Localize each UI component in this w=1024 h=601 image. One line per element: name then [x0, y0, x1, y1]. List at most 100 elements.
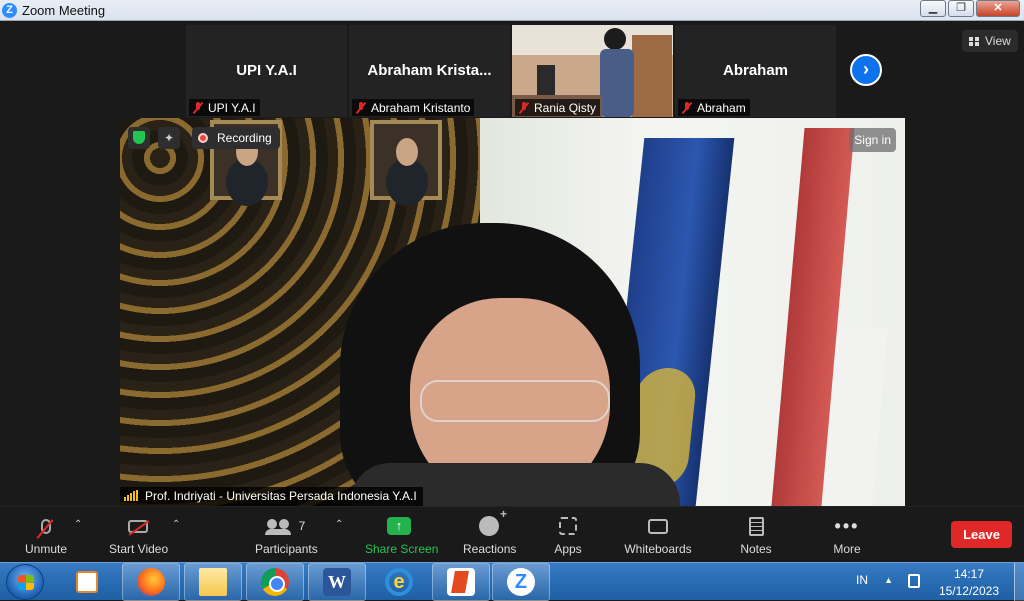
restore-button[interactable]: ❐ [948, 0, 974, 17]
muted-mic-icon [682, 102, 692, 114]
ai-companion-icon[interactable]: ✦ [158, 127, 180, 149]
window-title: Zoom Meeting [22, 3, 106, 18]
taskbar-app-chrome[interactable] [246, 563, 304, 601]
media-player-icon [76, 571, 98, 593]
participant-name-tag: UPI Y.A.I [189, 99, 260, 116]
video-options-caret-icon[interactable]: ⌃ [172, 519, 180, 530]
chrome-icon [261, 568, 289, 596]
clock-time[interactable]: 14:17 [954, 567, 984, 581]
sign-in-button[interactable]: Sign in [849, 128, 896, 152]
taskbar-app-media-player[interactable] [58, 563, 116, 601]
notes-button[interactable]: Notes [740, 513, 772, 556]
language-indicator[interactable]: IN [856, 573, 868, 587]
participants-label: Participants [255, 542, 318, 556]
participant-name: Rania Qisty [534, 101, 597, 115]
grid-view-icon [969, 36, 979, 46]
start-video-label: Start Video [109, 542, 169, 556]
meeting-toolbar: Unmute ⌃ Start Video ⌃ 7 Participants ⌃ … [0, 506, 1024, 562]
muted-mic-icon [519, 102, 529, 114]
word-icon: W [323, 568, 351, 596]
participant-display-name: Abraham Krista... [367, 62, 492, 79]
speaker-name: Prof. Indriyati - Universitas Persada In… [145, 489, 417, 503]
show-desktop-button[interactable] [1014, 563, 1024, 601]
windows-taskbar: W e Z IN ▲ 14:17 15/12/2023 [0, 562, 1024, 601]
participant-display-name: UPI Y.A.I [236, 62, 297, 79]
participant-name: Abraham [697, 101, 746, 115]
next-page-button[interactable]: › [850, 54, 882, 86]
recording-label: Recording [217, 131, 272, 145]
participant-strip: UPI Y.A.I UPI Y.A.I Abraham Krista... Ab… [186, 25, 838, 117]
security-shield-icon[interactable] [128, 127, 150, 149]
taskbar-app-file-explorer[interactable] [184, 563, 242, 601]
action-center-icon[interactable] [908, 574, 920, 588]
window-title-bar: Z Zoom Meeting ▁ ❐ ✕ [0, 0, 1024, 21]
notes-icon [748, 516, 764, 536]
muted-mic-icon [193, 102, 203, 114]
taskbar-app-internet-explorer[interactable]: e [370, 563, 428, 601]
more-button[interactable]: ••• More [832, 513, 862, 556]
participant-name-tag: Rania Qisty [515, 99, 601, 116]
firefox-icon [137, 568, 165, 596]
speaker-glasses [420, 380, 610, 422]
zoom-icon: Z [507, 568, 535, 596]
apps-icon [559, 517, 577, 535]
whiteboards-button[interactable]: Whiteboards [624, 513, 692, 556]
participant-name: UPI Y.A.I [208, 101, 256, 115]
unmute-button[interactable]: Unmute [24, 513, 68, 556]
participant-name-tag: Abraham [678, 99, 750, 116]
view-button-label: View [985, 34, 1011, 48]
recording-indicator[interactable]: Recording [192, 127, 280, 149]
participants-count: 7 [298, 519, 306, 533]
share-screen-button[interactable]: ↑ Share Screen [365, 513, 439, 556]
taskbar-app-firefox[interactable] [122, 563, 180, 601]
start-video-button[interactable]: Start Video [109, 513, 169, 556]
participant-display-name: Abraham [722, 62, 789, 79]
more-label: More [833, 542, 861, 556]
zoom-logo-icon: Z [2, 3, 17, 18]
view-button[interactable]: View [962, 30, 1018, 52]
speaker-name-tag: Prof. Indriyati - Universitas Persada In… [120, 487, 423, 506]
muted-mic-icon [41, 518, 51, 534]
apps-label: Apps [554, 542, 582, 556]
participants-icon [264, 519, 291, 535]
whiteboards-label: Whiteboards [624, 542, 692, 556]
folder-icon [199, 568, 227, 596]
apps-button[interactable]: Apps [553, 513, 583, 556]
participant-name-tag: Abraham Kristanto [352, 99, 475, 116]
internet-explorer-icon: e [385, 568, 413, 596]
reactions-button[interactable]: Reactions [463, 507, 517, 556]
minimize-button[interactable]: ▁ [920, 0, 946, 17]
taskbar-app-word[interactable]: W [308, 563, 366, 601]
reactions-label: Reactions [463, 542, 517, 556]
participant-tile[interactable]: UPI Y.A.I UPI Y.A.I [186, 25, 347, 117]
unmute-label: Unmute [24, 542, 68, 556]
participant-tile[interactable]: Rania Qisty [512, 25, 673, 117]
audio-options-caret-icon[interactable]: ⌃ [74, 519, 82, 530]
audio-level-icon [124, 490, 139, 501]
window-controls: ▁ ❐ ✕ [918, 0, 1020, 17]
wall-portrait [370, 120, 442, 200]
share-screen-label: Share Screen [365, 542, 439, 556]
leave-button[interactable]: Leave [951, 521, 1012, 548]
show-hidden-icons-icon[interactable]: ▲ [884, 575, 893, 585]
start-button[interactable] [6, 564, 44, 600]
participant-tile[interactable]: Abraham Krista... Abraham Kristanto [349, 25, 510, 117]
recording-dot-icon [198, 133, 208, 143]
taskbar-app-office[interactable] [432, 563, 490, 601]
notes-label: Notes [740, 542, 772, 556]
office-icon [447, 568, 475, 596]
participant-tile[interactable]: Abraham Abraham [675, 25, 836, 117]
participants-button[interactable]: 7 Participants [255, 513, 318, 556]
close-button[interactable]: ✕ [976, 0, 1020, 17]
whiteboard-icon [648, 518, 668, 534]
more-dots-icon: ••• [834, 516, 860, 536]
clock-date[interactable]: 15/12/2023 [939, 584, 999, 598]
active-speaker-video[interactable]: ✦ Recording Sign in Prof. Indriyati - Un… [120, 118, 905, 506]
share-screen-icon: ↑ [387, 517, 411, 535]
taskbar-app-zoom[interactable]: Z [492, 563, 550, 601]
participant-name: Abraham Kristanto [371, 101, 471, 115]
windows-logo-icon [18, 575, 34, 590]
muted-mic-icon [356, 102, 366, 114]
meeting-area: UPI Y.A.I UPI Y.A.I Abraham Krista... Ab… [0, 22, 1024, 506]
participants-options-caret-icon[interactable]: ⌃ [335, 519, 343, 530]
